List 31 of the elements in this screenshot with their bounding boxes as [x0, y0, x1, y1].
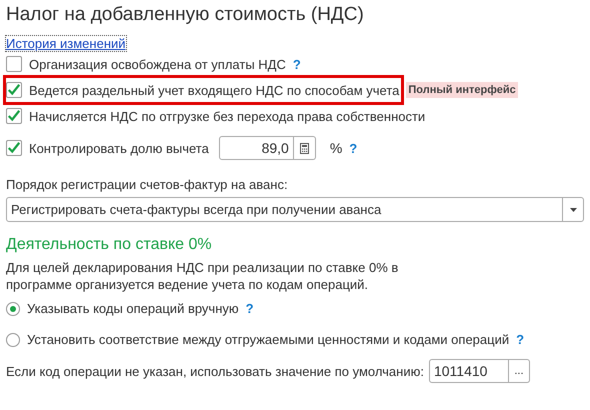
- help-link[interactable]: ?: [516, 332, 524, 347]
- code-field[interactable]: 1011410: [428, 359, 509, 383]
- checkbox[interactable]: [6, 82, 22, 98]
- history-link[interactable]: История изменений: [6, 36, 126, 51]
- description-text: Для целей декларирования НДС при реализации по ставке 0% в программе организуется ведение учета по кодам операций.: [6, 259, 400, 293]
- unit-label: %: [330, 140, 342, 156]
- calculator-button[interactable]: [294, 136, 316, 160]
- checkbox[interactable]: [6, 140, 22, 156]
- radio-button[interactable]: [6, 302, 20, 316]
- section-heading: Деятельность по ставке 0%: [6, 235, 213, 255]
- radio-label: Установить соответствие между отгружаемыми ценностями и кодами операций: [27, 332, 510, 347]
- checkbox-label: Контролировать долю вычета: [29, 140, 209, 156]
- checkbox-label: Организация освобождена от уплаты НДС: [29, 56, 286, 72]
- page-title: Налог на добавленную стоимость (НДС): [6, 3, 365, 27]
- help-link[interactable]: ?: [292, 56, 301, 72]
- radio-button[interactable]: [6, 332, 20, 346]
- help-link[interactable]: ?: [246, 301, 254, 316]
- checkbox[interactable]: [6, 108, 22, 124]
- radio-label: Указывать коды операций вручную: [27, 301, 239, 316]
- field-label: Если код операции не указан, использовать значение по умолчанию:: [6, 364, 424, 378]
- help-link[interactable]: ?: [349, 140, 358, 156]
- interface-badge: Полный интерфейс: [406, 82, 518, 98]
- advance-dropdown[interactable]: Регистрировать счета-фактуры всегда при получении аванса: [6, 197, 584, 222]
- field-label: Порядок регистрации счетов-фактур на аванс:: [6, 177, 289, 193]
- checkbox-label: Начисляется НДС по отгрузке без перехода права собственности: [29, 108, 426, 124]
- calculator-icon: [300, 142, 309, 154]
- checkbox[interactable]: [6, 56, 22, 72]
- checkbox-label: Ведется раздельный учет входящего НДС по способам учета: [29, 82, 400, 98]
- dropdown-arrow-icon: [570, 208, 576, 212]
- select-button[interactable]: ...: [508, 359, 530, 383]
- percent-field[interactable]: 89,0: [218, 136, 294, 160]
